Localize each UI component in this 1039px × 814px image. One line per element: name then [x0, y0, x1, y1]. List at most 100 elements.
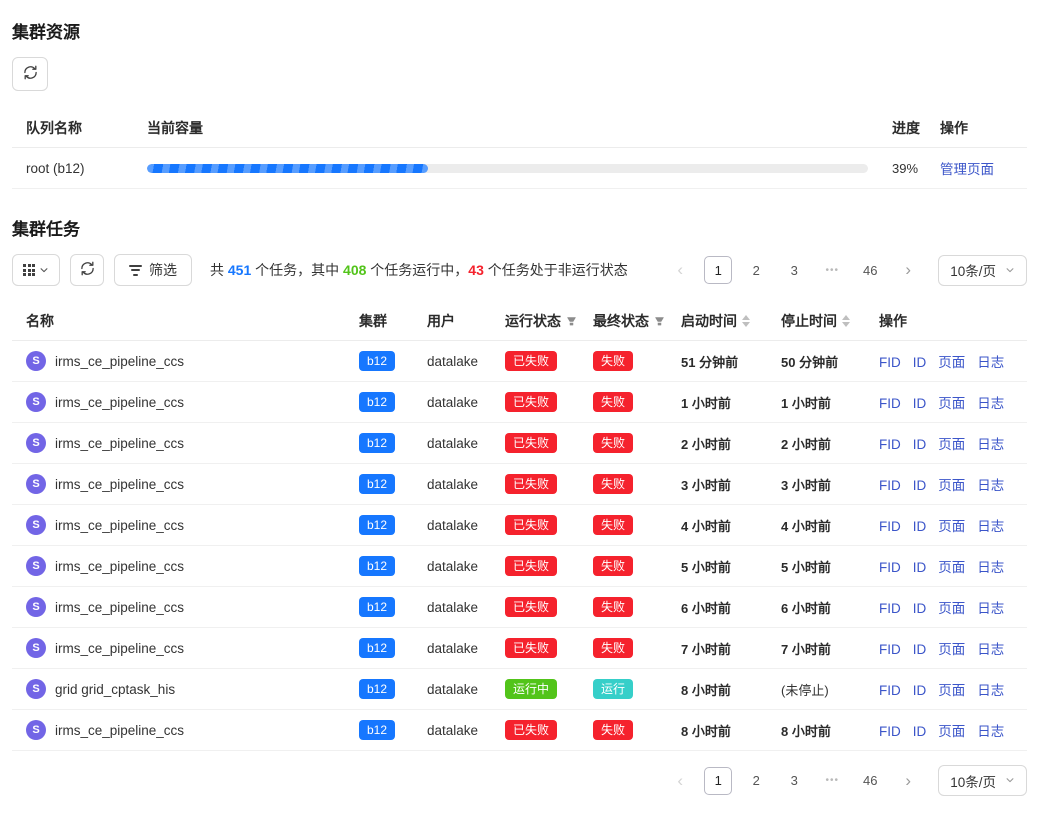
- final-status-tag: 失败: [593, 556, 633, 576]
- table-row: S irms_ce_pipeline_ccs b12 datalake 已失败 …: [12, 341, 1027, 382]
- column-settings-button[interactable]: [12, 254, 60, 286]
- cluster-tag: b12: [359, 433, 395, 453]
- stop-time-cell: 50 分钟前: [769, 341, 867, 382]
- refresh-icon: [80, 261, 95, 279]
- start-time-cell: 5 小时前: [669, 546, 769, 587]
- start-time-cell: 2 小时前: [669, 423, 769, 464]
- action-link-日志[interactable]: 日志: [977, 478, 1004, 493]
- sort-icon[interactable]: [742, 315, 750, 327]
- action-link-页面[interactable]: 页面: [938, 683, 965, 698]
- spark-avatar-icon: S: [26, 515, 46, 535]
- page-size-value: 10条/页: [950, 771, 996, 791]
- action-link-id[interactable]: ID: [913, 355, 927, 370]
- action-link-id[interactable]: ID: [913, 683, 927, 698]
- action-link-id[interactable]: ID: [913, 560, 927, 575]
- action-link-id[interactable]: ID: [913, 642, 927, 657]
- action-link-页面[interactable]: 页面: [938, 437, 965, 452]
- task-name-cell: S irms_ce_pipeline_ccs: [12, 505, 347, 546]
- page-button-46[interactable]: 46: [856, 256, 884, 284]
- table-row: S irms_ce_pipeline_ccs b12 datalake 已失败 …: [12, 628, 1027, 669]
- page-button-2[interactable]: 2: [742, 256, 770, 284]
- filter-funnel-icon[interactable]: [654, 316, 665, 327]
- task-name: irms_ce_pipeline_ccs: [55, 395, 184, 410]
- table-row: S irms_ce_pipeline_ccs b12 datalake 已失败 …: [12, 710, 1027, 751]
- page-button-2[interactable]: 2: [742, 767, 770, 795]
- action-link-页面[interactable]: 页面: [938, 355, 965, 370]
- action-link-页面[interactable]: 页面: [938, 724, 965, 739]
- action-link-页面[interactable]: 页面: [938, 560, 965, 575]
- filter-funnel-icon[interactable]: [566, 316, 577, 327]
- action-link-页面[interactable]: 页面: [938, 642, 965, 657]
- action-link-fid[interactable]: FID: [879, 642, 901, 657]
- page-button-1[interactable]: 1: [704, 767, 732, 795]
- action-link-fid[interactable]: FID: [879, 724, 901, 739]
- action-link-id[interactable]: ID: [913, 437, 927, 452]
- manage-page-link[interactable]: 管理页面: [940, 162, 994, 177]
- action-link-页面[interactable]: 页面: [938, 478, 965, 493]
- resource-row: root (b12) 39% 管理页面: [12, 148, 1027, 189]
- action-link-fid[interactable]: FID: [879, 683, 901, 698]
- action-link-页面[interactable]: 页面: [938, 519, 965, 534]
- tasks-refresh-button[interactable]: [70, 254, 104, 286]
- task-name-cell: S grid grid_cptask_his: [12, 669, 347, 710]
- spark-avatar-icon: S: [26, 351, 46, 371]
- page-button-3[interactable]: 3: [780, 256, 808, 284]
- page-button-3[interactable]: 3: [780, 767, 808, 795]
- page-button-46[interactable]: 46: [856, 767, 884, 795]
- resources-refresh-button[interactable]: [12, 57, 48, 91]
- action-link-fid[interactable]: FID: [879, 478, 901, 493]
- action-link-fid[interactable]: FID: [879, 560, 901, 575]
- next-page-button[interactable]: ›: [894, 767, 922, 795]
- start-time-cell: 1 小时前: [669, 382, 769, 423]
- cluster-tag: b12: [359, 392, 395, 412]
- cluster-tag: b12: [359, 597, 395, 617]
- action-link-id[interactable]: ID: [913, 519, 927, 534]
- page-size-select[interactable]: 10条/页: [938, 255, 1027, 286]
- stop-time-cell: 7 小时前: [769, 628, 867, 669]
- action-link-id[interactable]: ID: [913, 601, 927, 616]
- action-link-id[interactable]: ID: [913, 724, 927, 739]
- page-button-1[interactable]: 1: [704, 256, 732, 284]
- action-link-日志[interactable]: 日志: [977, 355, 1004, 370]
- action-link-fid[interactable]: FID: [879, 355, 901, 370]
- task-name: grid grid_cptask_his: [55, 682, 175, 697]
- tasks-header-row: 名称 集群 用户 运行状态 最终状态: [12, 302, 1027, 341]
- tasks-summary: 共 451 个任务，其中 408 个任务运行中，43 个任务处于非运行状态: [210, 260, 628, 280]
- page-size-select[interactable]: 10条/页: [938, 765, 1027, 796]
- row-actions: FID ID 页面日志: [867, 505, 1027, 546]
- action-link-日志[interactable]: 日志: [977, 642, 1004, 657]
- action-link-日志[interactable]: 日志: [977, 683, 1004, 698]
- next-page-button[interactable]: ›: [894, 256, 922, 284]
- cluster-tag: b12: [359, 638, 395, 658]
- action-link-fid[interactable]: FID: [879, 519, 901, 534]
- tasks-pagination-top: ‹123•••46›: [666, 256, 922, 284]
- tasks-title: 集群任务: [12, 215, 1027, 240]
- action-link-日志[interactable]: 日志: [977, 437, 1004, 452]
- col-start-time[interactable]: 启动时间: [669, 302, 769, 341]
- toolbar-right: ‹123•••46› 10条/页: [666, 255, 1027, 286]
- action-link-fid[interactable]: FID: [879, 396, 901, 411]
- spark-avatar-icon: S: [26, 474, 46, 494]
- action-link-日志[interactable]: 日志: [977, 396, 1004, 411]
- resources-header-row: 队列名称 当前容量 进度 操作: [12, 109, 1027, 148]
- action-link-fid[interactable]: FID: [879, 437, 901, 452]
- action-link-日志[interactable]: 日志: [977, 560, 1004, 575]
- row-actions: FID ID 页面日志: [867, 464, 1027, 505]
- action-link-id[interactable]: ID: [913, 396, 927, 411]
- action-link-日志[interactable]: 日志: [977, 724, 1004, 739]
- col-stop-time[interactable]: 停止时间: [769, 302, 867, 341]
- final-status-tag: 失败: [593, 638, 633, 658]
- capacity-progress-fill: [147, 164, 428, 173]
- action-link-fid[interactable]: FID: [879, 601, 901, 616]
- refresh-icon: [23, 65, 38, 83]
- action-link-页面[interactable]: 页面: [938, 396, 965, 411]
- user-cell: datalake: [415, 546, 493, 587]
- sort-icon[interactable]: [842, 315, 850, 327]
- stop-time-cell: 2 小时前: [769, 423, 867, 464]
- action-link-id[interactable]: ID: [913, 478, 927, 493]
- action-link-日志[interactable]: 日志: [977, 519, 1004, 534]
- filter-button[interactable]: 筛选: [114, 254, 192, 286]
- action-link-页面[interactable]: 页面: [938, 601, 965, 616]
- action-link-日志[interactable]: 日志: [977, 601, 1004, 616]
- task-name: irms_ce_pipeline_ccs: [55, 559, 184, 574]
